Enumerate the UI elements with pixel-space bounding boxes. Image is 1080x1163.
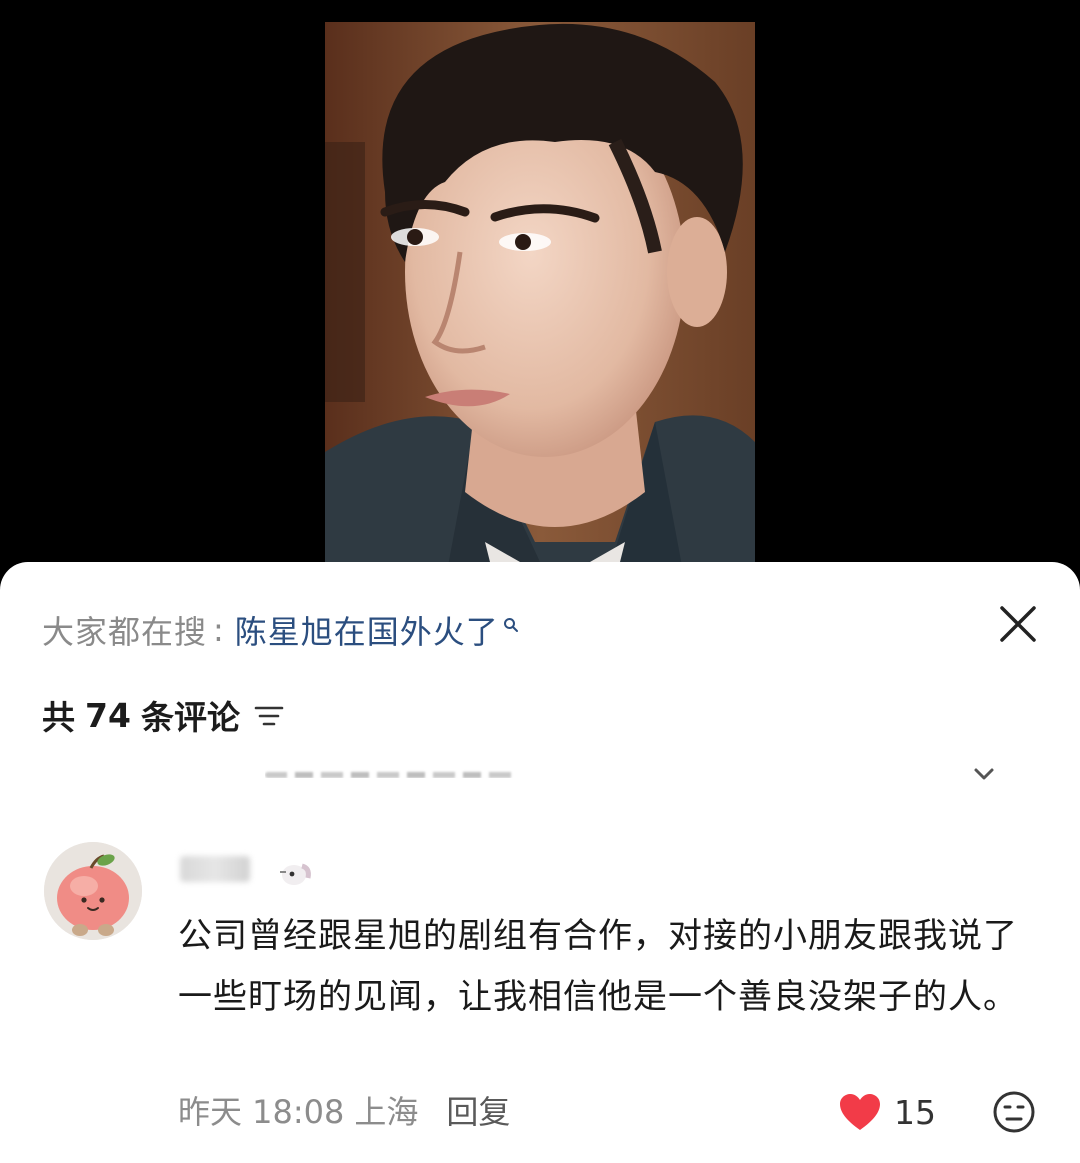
portrait-image (325, 22, 755, 582)
comment-count-number: 74 (85, 695, 131, 735)
peach-plush-avatar-icon (44, 842, 142, 940)
search-suggestion-query[interactable]: 陈星旭在国外火了 (235, 607, 499, 653)
search-suggestion[interactable]: 大家都在搜 : 陈星旭在国外火了 (42, 606, 519, 654)
close-button[interactable] (996, 602, 1040, 646)
comment-sheet: 大家都在搜 : 陈星旭在国外火了 共 74 条评论 公司曾经跟星旭的剧组有合作，… (0, 562, 1080, 1163)
user-badge-icon (278, 858, 314, 888)
comment-count-header: 共 74 条评论 (42, 692, 284, 738)
comment-time: 昨天 18:08 (178, 1093, 345, 1131)
heart-icon (840, 1094, 880, 1130)
chevron-down-icon (974, 768, 994, 780)
video-frame[interactable] (325, 22, 755, 582)
like-count: 15 (894, 1092, 936, 1132)
username-redacted[interactable] (180, 856, 250, 882)
video-comment-screen: 大家都在搜 : 陈星旭在国外火了 共 74 条评论 公司曾经跟星旭的剧组有合作，… (0, 0, 1080, 1163)
search-suggestion-separator: : (213, 611, 225, 649)
reply-button[interactable]: 回复 (446, 1087, 510, 1133)
expand-button[interactable] (972, 766, 996, 786)
emoji-icon (993, 1091, 1035, 1133)
comment-count-suffix: 条评论 (140, 698, 240, 737)
comment-item: 公司曾经跟星旭的剧组有合作，对接的小朋友跟我说了一些盯场的见闻，让我相信他是一个… (0, 840, 1080, 1160)
sort-icon (254, 706, 284, 725)
search-icon (503, 603, 519, 641)
comment-text: 公司曾经跟星旭的剧组有合作，对接的小朋友跟我说了一些盯场的见闻，让我相信他是一个… (178, 916, 1018, 1017)
comment-location: 上海 (354, 1093, 419, 1131)
emoji-reaction-button[interactable] (992, 1090, 1036, 1138)
avatar[interactable] (44, 842, 142, 940)
close-icon (1000, 606, 1036, 642)
comment-count-prefix: 共 (42, 698, 75, 737)
collapsed-comment-preview (265, 768, 515, 778)
comment-meta: 昨天 18:08 上海 回复 (178, 1088, 510, 1132)
sort-button[interactable] (254, 698, 284, 737)
search-suggestion-label: 大家都在搜 (42, 613, 208, 651)
like-button[interactable]: 15 (838, 1090, 936, 1134)
